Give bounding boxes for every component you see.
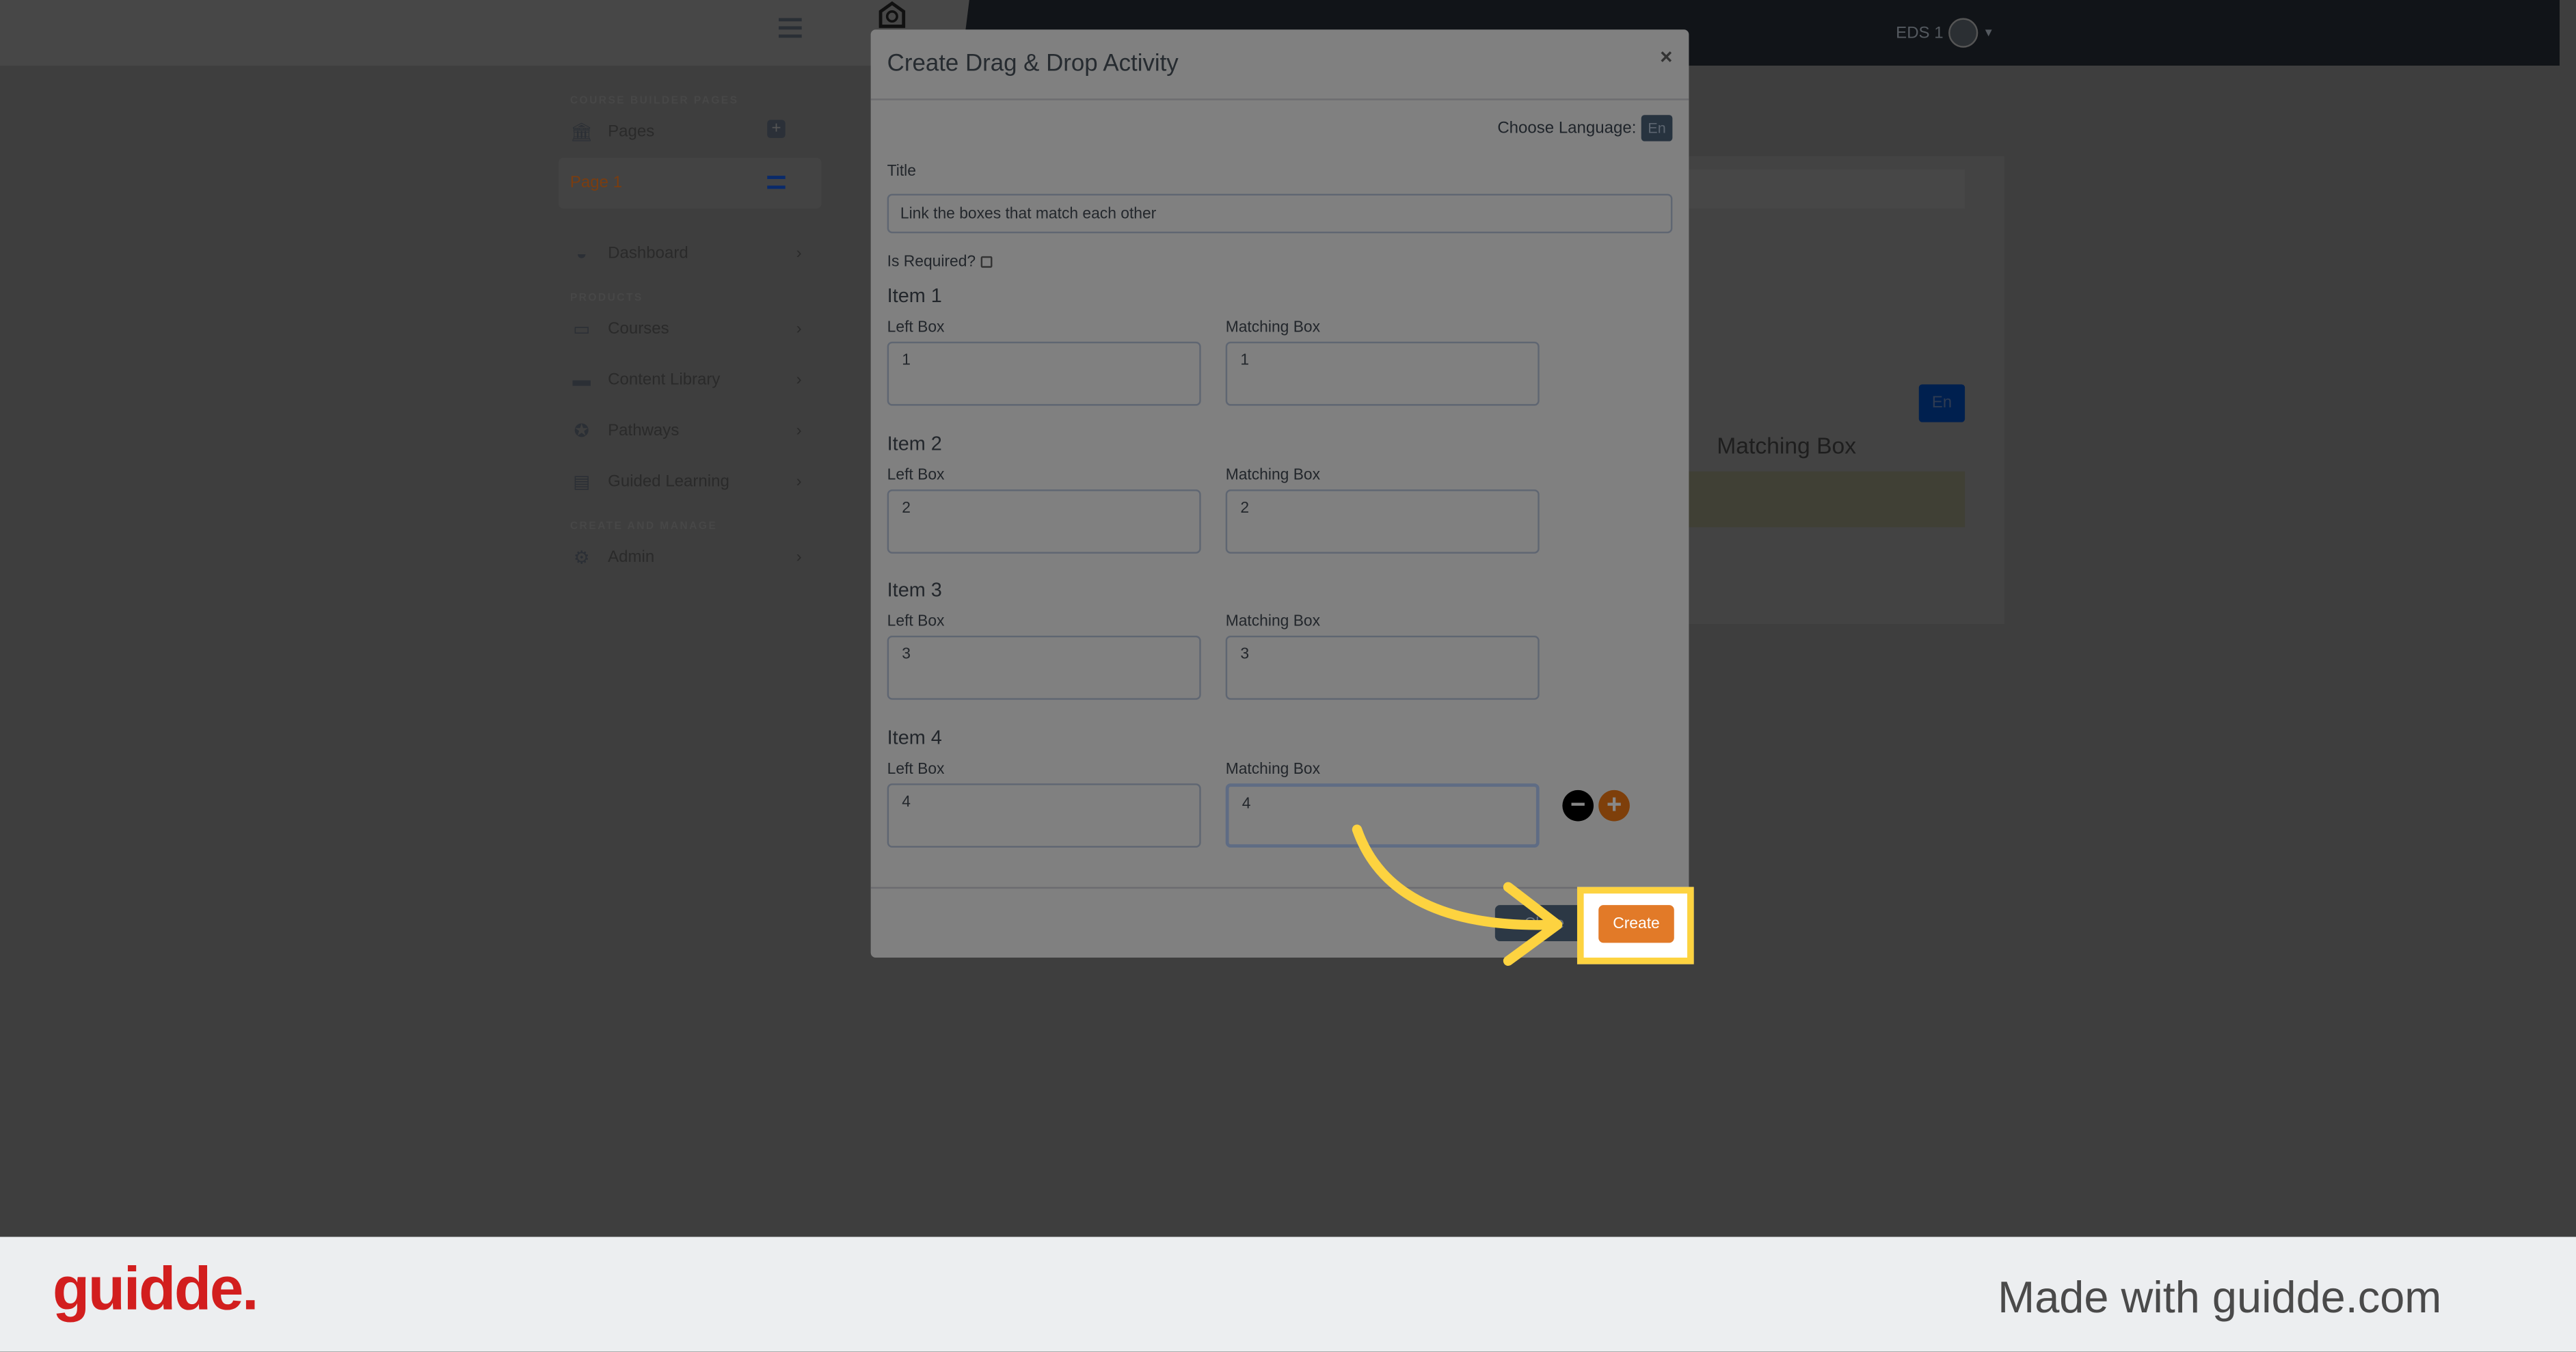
pointer-arrow-icon <box>1352 824 1563 966</box>
made-with-text: Made with guidde.com <box>1998 1273 2442 1323</box>
guidde-logo: guidde. <box>52 1254 259 1323</box>
